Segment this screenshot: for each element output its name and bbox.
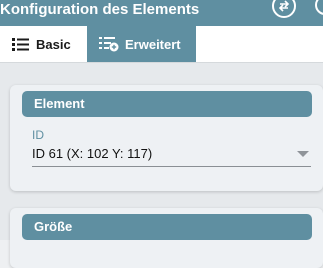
id-field-label: ID — [32, 128, 44, 142]
config-content: Element ID ID 61 (X: 102 Y: 117) Größe — [0, 63, 323, 268]
tab-erweitert[interactable]: Erweitert — [87, 26, 196, 62]
element-card-title: Element — [22, 91, 312, 117]
list-add-icon — [99, 36, 119, 52]
element-card: Element ID ID 61 (X: 102 Y: 117) — [10, 85, 323, 191]
size-card-title[interactable]: Größe — [22, 214, 312, 240]
tab-bar: Basic Erweitert — [0, 26, 323, 63]
size-card: Größe — [10, 208, 323, 268]
app-header: Konfiguration des Elements — [0, 0, 323, 26]
tab-basic[interactable]: Basic — [0, 26, 87, 62]
circle-icon[interactable] — [315, 0, 323, 15]
page-title: Konfiguration des Elements — [0, 1, 200, 18]
tab-erweitert-label: Erweitert — [125, 36, 181, 52]
swap-arrows-icon[interactable] — [272, 0, 296, 18]
id-select-value: ID 61 (X: 102 Y: 117) — [32, 146, 153, 161]
id-select[interactable]: ID 61 (X: 102 Y: 117) — [32, 141, 311, 167]
list-icon — [12, 37, 30, 51]
chevron-down-icon[interactable] — [297, 151, 309, 157]
tab-basic-label: Basic — [36, 36, 71, 52]
